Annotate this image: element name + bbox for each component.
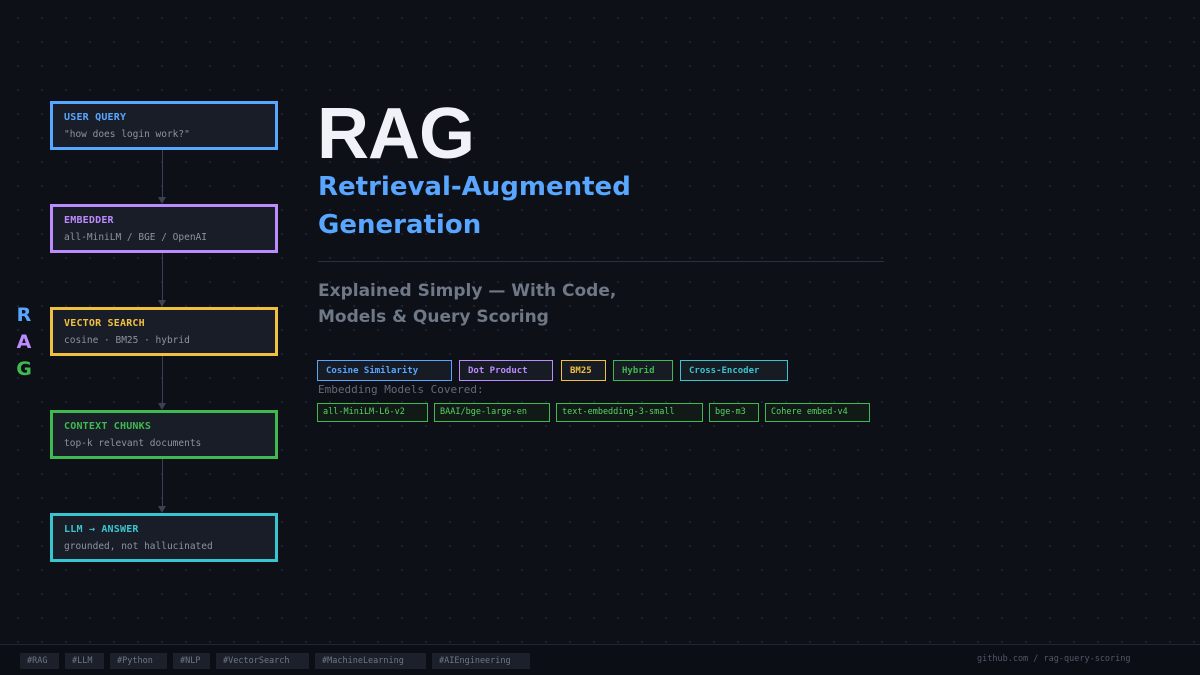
divider <box>318 261 884 262</box>
footer-bar: #RAG #LLM #Python #NLP #VectorSearch #Ma… <box>0 644 1200 675</box>
connector-line <box>162 459 163 507</box>
hero-subtitle-line: Retrieval-Augmented <box>318 172 631 202</box>
stage-user-query: USER QUERY "how does login work?" <box>50 101 278 150</box>
hashtag: #Python <box>110 653 167 669</box>
tagline: Explained Simply — With Code, Models & Q… <box>318 278 616 330</box>
stage-subtitle: all-MiniLM / BGE / OpenAI <box>64 232 207 243</box>
stage-title: EMBEDDER <box>64 215 114 226</box>
hashtag: #NLP <box>173 653 210 669</box>
stage-subtitle: top-k relevant documents <box>64 438 202 449</box>
stage-llm-answer: LLM → ANSWER grounded, not hallucinated <box>50 513 278 562</box>
connector-line <box>162 253 163 301</box>
stage-title: LLM → ANSWER <box>64 524 139 535</box>
chip-cross-encoder: Cross-Encoder <box>680 360 788 381</box>
hashtag: #LLM <box>65 653 104 669</box>
side-letter-a: A <box>16 331 32 353</box>
chip-bm25: BM25 <box>561 360 606 381</box>
connector-line <box>162 356 163 404</box>
hero-title: RAG <box>317 94 475 174</box>
arrow-down-icon <box>158 197 166 204</box>
models-label: Embedding Models Covered: <box>318 383 484 396</box>
model-tag: Cohere embed-v4 <box>765 403 870 422</box>
model-tag: BAAI/bge-large-en <box>434 403 550 422</box>
hashtag: #AIEngineering <box>432 653 530 669</box>
tagline-line: Models & Query Scoring <box>318 307 549 327</box>
tagline-line: Explained Simply — With Code, <box>318 281 617 301</box>
model-tag: text-embedding-3-small <box>556 403 703 422</box>
stage-title: CONTEXT CHUNKS <box>64 421 152 432</box>
stage-title: USER QUERY <box>64 112 127 123</box>
stage-embedder: EMBEDDER all-MiniLM / BGE / OpenAI <box>50 204 278 253</box>
stage-title: VECTOR SEARCH <box>64 318 145 329</box>
arrow-down-icon <box>158 300 166 307</box>
connector-line <box>162 150 163 198</box>
chip-cosine-similarity: Cosine Similarity <box>317 360 452 381</box>
side-letter-g: G <box>16 358 32 380</box>
stage-subtitle: cosine · BM25 · hybrid <box>64 335 190 346</box>
chip-dot-product: Dot Product <box>459 360 553 381</box>
stage-vector-search: VECTOR SEARCH cosine · BM25 · hybrid <box>50 307 278 356</box>
model-tag: all-MiniLM-L6-v2 <box>317 403 428 422</box>
repo-link[interactable]: github.com / rag-query-scoring <box>977 654 1131 664</box>
hero-subtitle: Retrieval-Augmented Generation <box>318 168 631 244</box>
arrow-down-icon <box>158 403 166 410</box>
arrow-down-icon <box>158 506 166 513</box>
hashtag: #MachineLearning <box>315 653 426 669</box>
model-tag: bge-m3 <box>709 403 759 422</box>
hashtag: #VectorSearch <box>216 653 309 669</box>
stage-context-chunks: CONTEXT CHUNKS top-k relevant documents <box>50 410 278 459</box>
hashtag: #RAG <box>20 653 59 669</box>
stage-subtitle: grounded, not hallucinated <box>64 541 213 552</box>
stage-subtitle: "how does login work?" <box>64 129 190 140</box>
hero-subtitle-line: Generation <box>318 210 482 240</box>
side-letter-r: R <box>16 304 32 326</box>
chip-hybrid: Hybrid <box>613 360 673 381</box>
